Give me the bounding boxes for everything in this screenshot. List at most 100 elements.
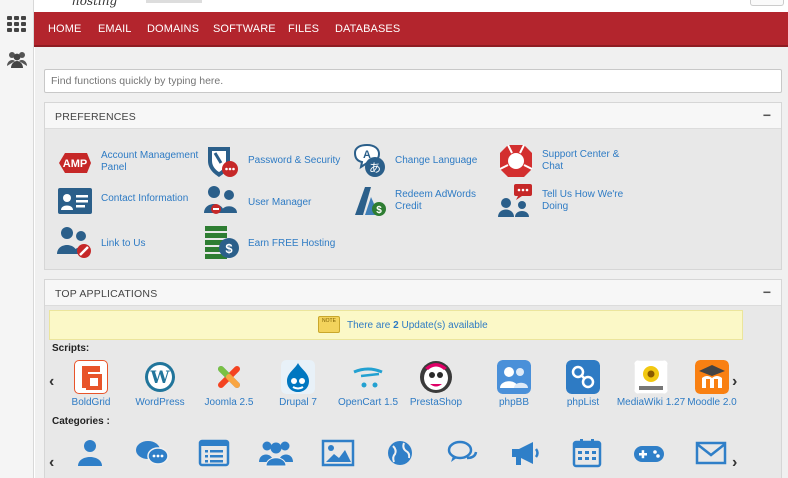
svg-text:$: $ xyxy=(225,241,233,256)
app-prestashop[interactable]: PrestaShop xyxy=(401,360,471,408)
pref-earn-free-hosting[interactable]: $ Earn FREE Hosting xyxy=(204,224,349,260)
pref-account-management[interactable]: AMP Account Management Panel xyxy=(57,145,202,181)
chat-icon[interactable] xyxy=(134,438,170,468)
pref-label: Tell Us How We're Doing xyxy=(542,189,624,212)
pref-label: Support Center & Chat xyxy=(542,149,620,172)
app-label: PrestaShop xyxy=(409,397,463,408)
prestashop-icon xyxy=(420,361,452,393)
pref-label: Contact Information xyxy=(101,193,189,204)
app-phpbb[interactable]: phpBB xyxy=(479,360,549,408)
pref-label: User Manager xyxy=(248,197,312,208)
earn-money-icon: $ xyxy=(205,226,239,259)
feedback-icon xyxy=(498,184,532,217)
logo-divider xyxy=(146,0,202,3)
envelope-icon[interactable] xyxy=(693,438,729,468)
app-opencart[interactable]: OpenCart 1.5 xyxy=(333,360,403,408)
svg-text:$: $ xyxy=(376,205,382,216)
pref-label: Link to Us xyxy=(101,238,146,249)
language-icon: A あ xyxy=(353,143,385,177)
megaphone-icon[interactable] xyxy=(507,438,543,468)
categories-label: Categories : xyxy=(52,416,110,427)
collapse-icon[interactable]: − xyxy=(763,284,771,300)
pref-support-center[interactable]: Support Center & Chat xyxy=(498,143,643,179)
phpbb-icon xyxy=(497,360,531,394)
user-manager-icon xyxy=(204,186,237,214)
group-icon[interactable] xyxy=(258,438,294,468)
users-icon[interactable] xyxy=(6,50,28,68)
app-phplist[interactable]: phpList xyxy=(548,360,618,408)
pref-redeem-adwords[interactable]: $ Redeem AdWords Credit xyxy=(351,183,496,219)
pref-link-to-us[interactable]: Link to Us xyxy=(57,224,202,260)
phplist-icon xyxy=(566,360,600,394)
brand-logo[interactable]: hosting xyxy=(72,0,117,8)
image-icon[interactable] xyxy=(320,438,356,468)
svg-text:あ: あ xyxy=(369,161,381,175)
amp-icon: AMP xyxy=(59,153,91,173)
app-mediawiki[interactable]: MediaWiki 1.27 xyxy=(616,360,686,408)
app-moodle[interactable]: Moodle 2.0 xyxy=(677,360,747,408)
svg-text:W: W xyxy=(149,368,170,388)
preferences-panel: PREFERENCES − AMP Account Management Pane… xyxy=(44,102,782,270)
pref-label: Account Management Panel xyxy=(101,150,199,173)
scripts-label: Scripts: xyxy=(52,343,90,354)
user-icon[interactable] xyxy=(72,438,108,468)
app-label: Drupal 7 xyxy=(279,397,317,408)
mediawiki-icon xyxy=(634,360,668,394)
svg-text:AMP: AMP xyxy=(63,158,87,170)
app-drupal[interactable]: Drupal 7 xyxy=(263,360,333,408)
nav-software[interactable]: SOFTWARE xyxy=(213,23,276,35)
top-applications-header[interactable]: TOP APPLICATIONS − xyxy=(45,280,781,306)
app-wordpress[interactable]: W WordPress xyxy=(125,360,195,408)
app-boldgrid[interactable]: BoldGrid xyxy=(56,360,126,408)
opencart-icon xyxy=(353,367,383,388)
app-label: phpBB xyxy=(498,397,530,408)
account-menu-button[interactable] xyxy=(750,0,784,6)
left-rail xyxy=(0,0,34,478)
app-label: OpenCart 1.5 xyxy=(337,397,399,408)
top-applications-panel: TOP APPLICATIONS − NOTE There are 2 Upda… xyxy=(44,279,782,478)
updates-notice[interactable]: NOTE There are 2 Update(s) available xyxy=(49,310,743,340)
panel-title: PREFERENCES xyxy=(55,111,136,123)
globe-icon[interactable] xyxy=(382,438,418,468)
updates-notice-text: There are 2 Update(s) available xyxy=(347,320,488,331)
pref-password-security[interactable]: Password & Security xyxy=(204,143,349,179)
nav-databases[interactable]: DATABASES xyxy=(335,23,400,35)
pref-contact-information[interactable]: Contact Information xyxy=(57,183,202,219)
app-label: MediaWiki 1.27 xyxy=(616,397,686,408)
pref-user-manager[interactable]: User Manager xyxy=(204,183,349,219)
pref-label: Password & Security xyxy=(248,155,341,166)
comments-icon[interactable] xyxy=(445,438,481,468)
collapse-icon[interactable]: − xyxy=(763,107,771,123)
joomla-icon xyxy=(218,366,240,388)
app-label: Joomla 2.5 xyxy=(204,397,254,408)
nav-domains[interactable]: DOMAINS xyxy=(147,23,199,35)
scripts-prev-arrow[interactable]: ‹ xyxy=(49,373,54,391)
categories-next-arrow[interactable]: › xyxy=(732,454,737,472)
app-label: BoldGrid xyxy=(71,397,111,408)
search-input[interactable] xyxy=(44,69,782,93)
categories-prev-arrow[interactable]: ‹ xyxy=(49,454,54,472)
pref-feedback[interactable]: Tell Us How We're Doing xyxy=(498,183,643,219)
app-joomla[interactable]: Joomla 2.5 xyxy=(194,360,264,408)
nav-email[interactable]: EMAIL xyxy=(98,23,132,35)
link-users-icon xyxy=(57,227,91,258)
panel-title: TOP APPLICATIONS xyxy=(55,288,158,300)
calendar-icon[interactable] xyxy=(569,438,605,468)
preferences-header[interactable]: PREFERENCES − xyxy=(45,103,781,129)
adwords-icon: $ xyxy=(355,187,386,216)
pref-change-language[interactable]: A あ Change Language xyxy=(351,143,496,179)
app-label: phpList xyxy=(566,397,600,408)
logo-strip: hosting xyxy=(34,0,788,12)
gamepad-icon[interactable] xyxy=(631,438,667,468)
apps-grid-icon[interactable] xyxy=(7,16,27,32)
wordpress-icon: W xyxy=(145,362,175,392)
shield-lock-icon xyxy=(208,147,238,177)
contact-card-icon xyxy=(58,188,92,214)
nav-home[interactable]: HOME xyxy=(48,23,81,35)
main-navbar: HOME EMAIL DOMAINS SOFTWARE FILES DATABA… xyxy=(34,12,788,47)
list-icon[interactable] xyxy=(196,438,232,468)
pref-label: Earn FREE Hosting xyxy=(248,238,336,249)
main-content: PREFERENCES − AMP Account ManagementPane… xyxy=(35,47,788,478)
moodle-icon xyxy=(695,360,729,394)
nav-files[interactable]: FILES xyxy=(288,23,319,35)
